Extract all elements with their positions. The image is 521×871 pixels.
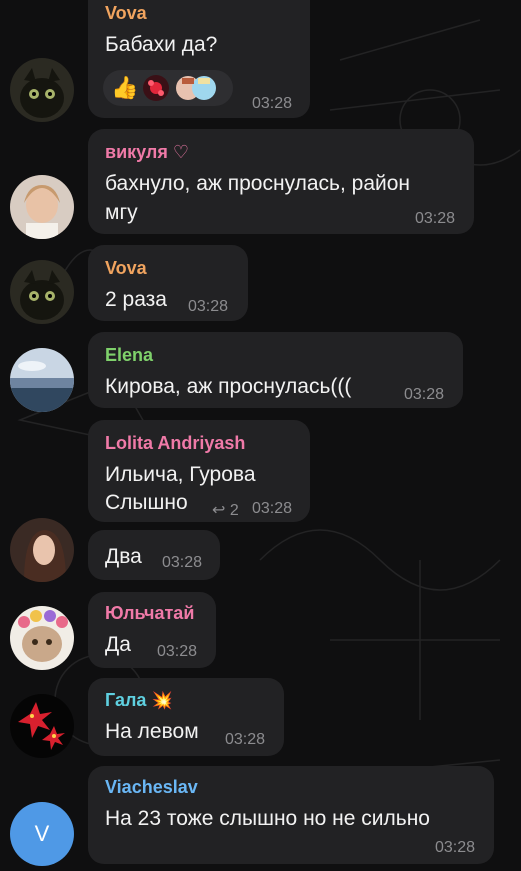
message-time: 03:28 bbox=[162, 554, 203, 571]
sticker-flowers-icon[interactable] bbox=[142, 74, 170, 102]
message-time: 03:28 bbox=[252, 500, 293, 517]
toothless-dragon-avatar-icon bbox=[10, 260, 74, 324]
cat-flowers-avatar-icon bbox=[10, 606, 74, 670]
message-text: Да bbox=[105, 633, 131, 656]
message-text: На 23 тоже слышно но не сильно bbox=[105, 807, 430, 830]
avatar-gala[interactable] bbox=[10, 694, 74, 758]
reactions-bar[interactable]: 👍 bbox=[103, 70, 233, 106]
message-time: 03:28 bbox=[157, 643, 198, 660]
avatar-user-girl[interactable] bbox=[10, 518, 74, 582]
avatar-elena[interactable] bbox=[10, 348, 74, 412]
avatar-yulchatai[interactable] bbox=[10, 606, 74, 670]
woman-photo-avatar-icon bbox=[10, 518, 74, 582]
message-time: 03:28 bbox=[188, 298, 229, 315]
avatar-vova[interactable] bbox=[10, 260, 74, 324]
sky-landscape-avatar-icon bbox=[10, 348, 74, 412]
sender-name[interactable]: Elena bbox=[105, 345, 153, 366]
message-text: На левом bbox=[105, 720, 199, 743]
reply-count: 2 bbox=[229, 502, 239, 519]
avatar-viacheslav[interactable]: V bbox=[10, 802, 74, 866]
sender-name[interactable]: Viacheslav bbox=[105, 777, 198, 798]
replies-indicator[interactable]: ↩ 2 bbox=[212, 500, 239, 520]
message-text: 2 раза bbox=[105, 288, 167, 311]
collision-emoji-icon: 💥 bbox=[151, 691, 173, 710]
sticker-girls-icon[interactable] bbox=[174, 74, 218, 102]
sender-name[interactable]: Юльчатай bbox=[105, 603, 194, 624]
message-text: Бабахи да? bbox=[105, 33, 218, 56]
avatar-letter: V bbox=[34, 821, 50, 846]
message-time: 03:28 bbox=[404, 386, 445, 403]
sender-name[interactable]: Vova bbox=[105, 258, 147, 279]
message-time: 03:28 bbox=[252, 95, 293, 112]
message-text-line-2: мгу bbox=[105, 201, 138, 224]
message-time: 03:28 bbox=[225, 731, 266, 748]
avatar-vikulya[interactable] bbox=[10, 175, 74, 239]
message-time: 03:28 bbox=[415, 210, 456, 227]
child-photo-avatar-icon bbox=[10, 175, 74, 239]
toothless-dragon-avatar-icon bbox=[10, 58, 74, 122]
reply-arrow-icon: ↩ bbox=[212, 502, 226, 519]
thumbs-up-emoji-icon[interactable]: 👍 bbox=[111, 70, 138, 106]
sender-name[interactable]: Vova bbox=[105, 3, 147, 24]
avatar-vova[interactable] bbox=[10, 58, 74, 122]
sender-name[interactable]: Lolita Andriyash bbox=[105, 433, 245, 454]
sender-name[interactable]: викуля ♡ bbox=[105, 142, 189, 163]
message-text-line-2: Слышно bbox=[105, 491, 188, 514]
message-text: Кирова, аж проснулась((( bbox=[105, 375, 352, 398]
message-text: Два bbox=[105, 545, 142, 568]
sender-name-text: Гала bbox=[105, 690, 147, 710]
message-time: 03:28 bbox=[435, 839, 476, 856]
message-text-line-1: Ильича, Гурова bbox=[105, 463, 256, 486]
message-text-line-1: бахнуло, аж проснулась, район bbox=[105, 172, 411, 195]
red-lilies-avatar-icon bbox=[10, 694, 74, 758]
sender-name[interactable]: Гала 💥 bbox=[105, 690, 173, 711]
